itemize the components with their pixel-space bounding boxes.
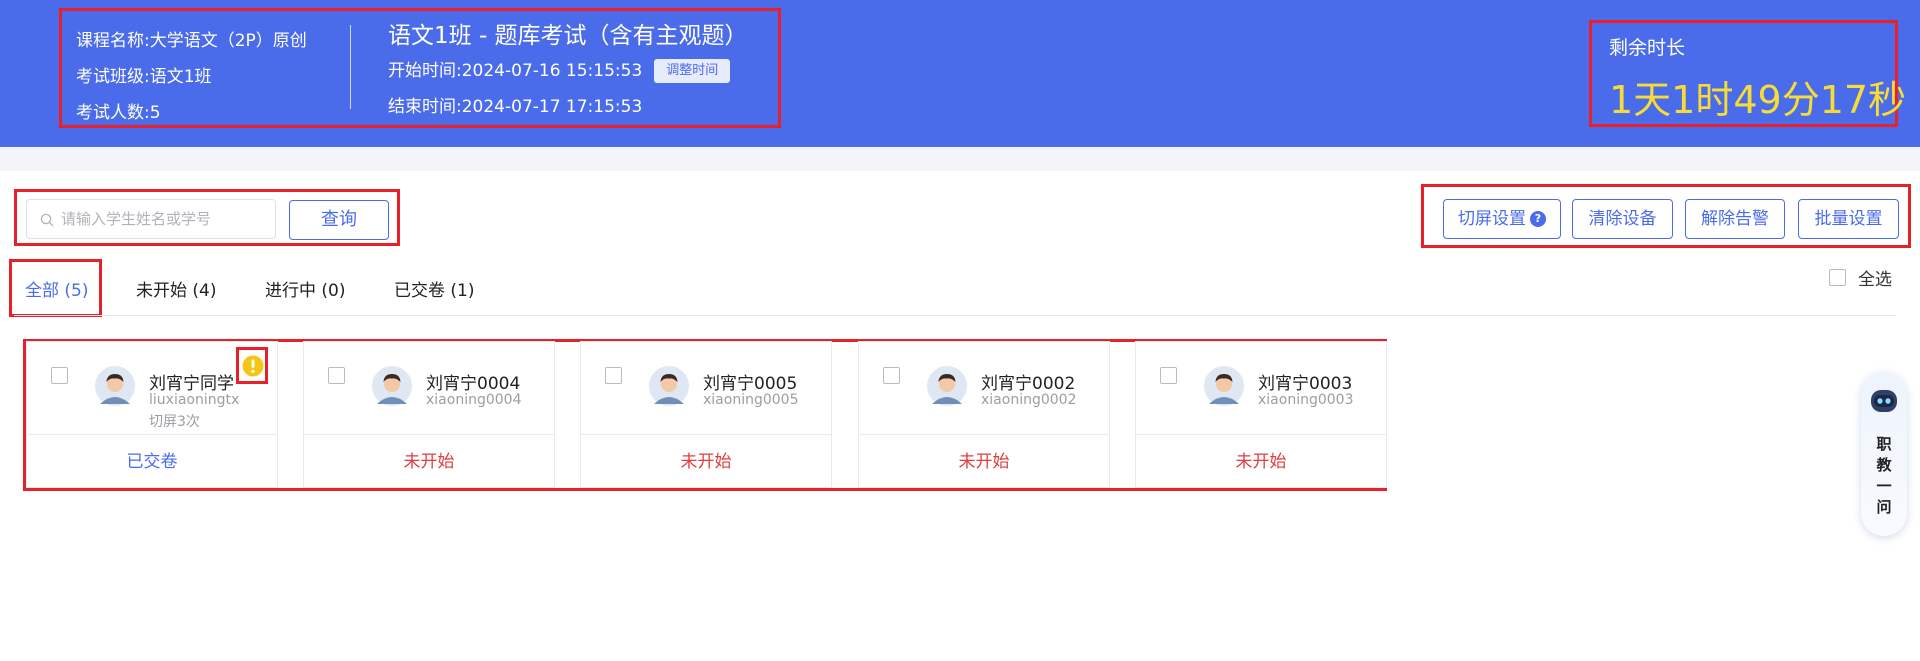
exam-class: 考试班级:语文1班 [76, 67, 212, 87]
student-name: 刘宵宁0003 [1258, 374, 1353, 394]
student-checkbox[interactable] [883, 367, 900, 384]
student-card[interactable]: 刘宵宁0002 xiaoning0002 未开始 [858, 341, 1110, 488]
avatar-icon [372, 366, 412, 406]
student-card[interactable]: 刘宵宁0003 xiaoning0003 未开始 [1135, 341, 1387, 488]
batch-settings-button[interactable]: 批量设置 [1798, 199, 1899, 239]
select-all-label: 全选 [1858, 270, 1892, 290]
student-id: liuxiaoningtx [149, 392, 240, 408]
end-time: 结束时间:2024-07-17 17:15:53 [388, 97, 643, 117]
start-time: 开始时间:2024-07-16 15:15:53 [388, 61, 643, 81]
release-alarm-button[interactable]: 解除告警 [1685, 199, 1785, 239]
tab-in-progress[interactable]: 进行中 (0) [265, 276, 345, 301]
robot-icon [1871, 390, 1897, 412]
assistant-label: 职教一问 [1861, 434, 1907, 518]
assistant-widget[interactable]: 职教一问 [1861, 372, 1907, 536]
student-card[interactable]: 刘宵宁0004 xiaoning0004 未开始 [303, 341, 555, 488]
avatar-icon [95, 366, 135, 406]
tab-all[interactable]: 全部 (5) [25, 276, 88, 301]
avatar-icon [1204, 366, 1244, 406]
remaining-time-label: 剩余时长 [1609, 37, 1686, 59]
end-time-row: 结束时间:2024-07-17 17:15:53 [388, 89, 748, 125]
query-button[interactable]: 查询 [289, 200, 389, 240]
clear-device-button[interactable]: 清除设备 [1572, 199, 1673, 239]
exam-info-panel: 课程名称:大学语文（2P）原创 考试班级:语文1班 考试人数:5 语文1班 - … [59, 8, 781, 128]
avatar-icon [649, 366, 689, 406]
header-separator [0, 147, 1920, 171]
info-divider [350, 25, 351, 109]
remaining-time-countdown: 1天1时49分17秒 [1609, 78, 1907, 122]
select-all-box[interactable] [1829, 269, 1846, 286]
search-bar: 查询 [14, 189, 400, 246]
search-field-wrap[interactable] [26, 199, 276, 239]
search-icon [40, 213, 54, 227]
student-status: 未开始 [403, 452, 455, 472]
student-id: xiaoning0002 [981, 392, 1077, 408]
avatar-icon [927, 366, 967, 406]
student-status: 未开始 [1235, 452, 1287, 472]
help-icon[interactable]: ? [1530, 211, 1546, 227]
adjust-time-button[interactable]: 调整时间 [654, 59, 731, 83]
student-status: 未开始 [680, 452, 732, 472]
student-id: xiaoning0005 [703, 392, 799, 408]
screen-switch-count: 切屏3次 [149, 414, 200, 430]
warning-icon[interactable] [242, 355, 264, 377]
tab-not-started[interactable]: 未开始 (4) [136, 276, 216, 301]
student-status: 未开始 [958, 452, 1010, 472]
student-id: xiaoning0004 [426, 392, 522, 408]
student-checkbox[interactable] [1160, 367, 1177, 384]
exam-title: 语文1班 - 题库考试（含有主观题） [388, 23, 748, 49]
tabs-underline [14, 315, 1896, 316]
remaining-time-panel: 剩余时长 1天1时49分17秒 [1589, 20, 1906, 127]
student-id: xiaoning0003 [1258, 392, 1354, 408]
exam-count: 考试人数:5 [76, 103, 161, 123]
student-checkbox[interactable] [605, 367, 622, 384]
student-search-input[interactable] [61, 200, 271, 238]
switch-screen-settings-button[interactable]: 切屏设置? [1443, 199, 1561, 239]
student-checkbox[interactable] [51, 367, 68, 384]
select-all-checkbox[interactable]: 全选 [1829, 265, 1892, 290]
student-name: 刘宵宁同学 [149, 374, 234, 394]
student-status: 已交卷 [126, 452, 178, 472]
switch-screen-settings-label: 切屏设置 [1458, 209, 1526, 229]
student-name: 刘宵宁0005 [703, 374, 798, 394]
action-toolbar: 切屏设置? 清除设备 解除告警 批量设置 [1421, 184, 1911, 248]
student-checkbox[interactable] [328, 367, 345, 384]
student-name: 刘宵宁0002 [981, 374, 1076, 394]
course-info: 课程名称:大学语文（2P）原创 考试班级:语文1班 考试人数:5 [76, 23, 307, 131]
student-name: 刘宵宁0004 [426, 374, 521, 394]
student-card[interactable]: 刘宵宁0005 xiaoning0005 未开始 [580, 341, 832, 488]
start-time-row: 开始时间:2024-07-16 15:15:53 调整时间 [388, 53, 748, 89]
tab-submitted[interactable]: 已交卷 (1) [394, 276, 474, 301]
exam-detail: 语文1班 - 题库考试（含有主观题） 开始时间:2024-07-16 15:15… [388, 19, 748, 125]
course-name: 课程名称:大学语文（2P）原创 [76, 31, 307, 51]
exam-header: 课程名称:大学语文（2P）原创 考试班级:语文1班 考试人数:5 语文1班 - … [0, 0, 1920, 147]
assistant-label-text: 职教一问 [1876, 435, 1892, 516]
